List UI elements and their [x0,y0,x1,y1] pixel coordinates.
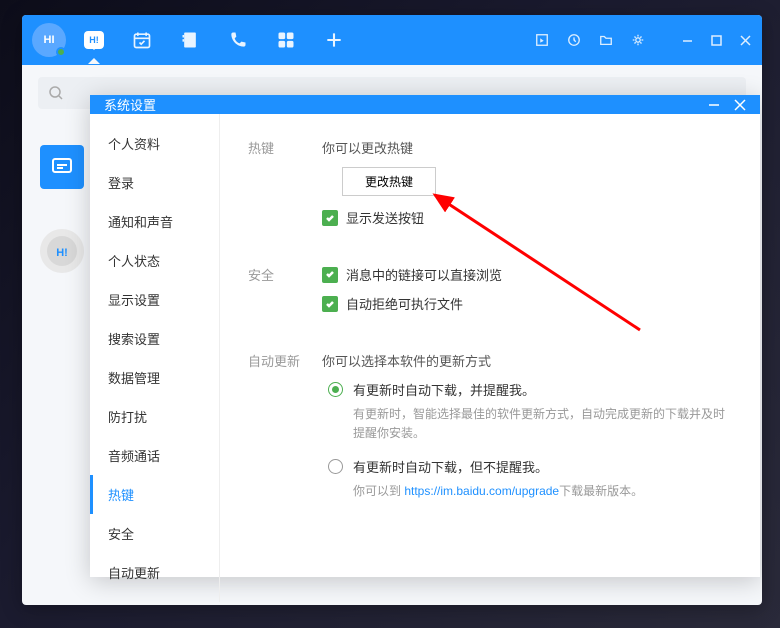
close-icon[interactable] [739,34,752,47]
dialog-close-icon[interactable] [734,99,746,111]
checkbox-show-send[interactable]: 显示发送按钮 [322,208,732,227]
section-hotkey: 热键 你可以更改热键 更改热键 显示发送按钮 [248,138,732,237]
nav-chat-icon[interactable]: H! [84,30,104,50]
sidebar-item-2[interactable]: 通知和声音 [90,202,219,241]
nav-add-icon[interactable] [324,30,344,50]
check-icon [322,210,338,226]
status-online-icon [56,47,66,57]
chat-square-icon [50,155,74,179]
dialog-title: 系统设置 [104,95,156,114]
conversation-item-2[interactable]: H! [40,229,84,273]
check-icon [322,296,338,312]
radio-checked-icon [328,382,343,397]
gear-icon[interactable] [631,33,645,47]
side-avatars: H! [40,145,84,273]
checkbox-label: 消息中的链接可以直接浏览 [346,265,502,284]
sidebar-item-1[interactable]: 登录 [90,163,219,202]
section-label-hotkey: 热键 [248,138,322,237]
change-hotkey-button[interactable]: 更改热键 [342,167,436,196]
contact-avatar-icon: H! [47,236,77,266]
sidebar-item-9[interactable]: 热键 [90,475,219,514]
radio-label: 有更新时自动下载，但不提醒我。 [353,457,548,476]
right-icons [535,33,752,47]
radio-auto-remind[interactable]: 有更新时自动下载，并提醒我。 [322,380,732,399]
sidebar-item-4[interactable]: 显示设置 [90,280,219,319]
section-update: 自动更新 你可以选择本软件的更新方式 有更新时自动下载，并提醒我。 有更新时，智… [248,351,732,516]
nav-calendar-icon[interactable] [132,30,152,50]
svg-text:H!: H! [56,247,68,259]
section-label-update: 自动更新 [248,351,322,516]
checkbox-reject-exe[interactable]: 自动拒绝可执行文件 [322,294,732,313]
window-controls [681,34,752,47]
checkbox-links-browsable[interactable]: 消息中的链接可以直接浏览 [322,265,732,284]
checkbox-label: 自动拒绝可执行文件 [346,294,463,313]
sidebar-item-0[interactable]: 个人资料 [90,124,219,163]
settings-dialog: 系统设置 个人资料登录通知和声音个人状态显示设置搜索设置数据管理防打扰音频通话热… [90,95,760,577]
tool-icon-1[interactable] [535,33,549,47]
radio-label: 有更新时自动下载，并提醒我。 [353,380,535,399]
update-help-text: 你可以选择本软件的更新方式 [322,351,732,370]
maximize-icon[interactable] [710,34,723,47]
check-icon [322,267,338,283]
radio-option1-desc: 有更新时，智能选择最佳的软件更新方式，自动完成更新的下载并及时提醒你安装。 [353,405,732,443]
conversation-item-1[interactable] [40,145,84,189]
avatar-text: HI [44,34,55,46]
section-security: 安全 消息中的链接可以直接浏览 自动拒绝可执行文件 [248,265,732,323]
nav-phone-icon[interactable] [228,30,248,50]
dialog-sidebar: 个人资料登录通知和声音个人状态显示设置搜索设置数据管理防打扰音频通话热键安全自动… [90,114,220,602]
main-window: HI H! [22,15,762,605]
search-icon [48,85,64,101]
dialog-header: 系统设置 [90,95,760,114]
sidebar-item-5[interactable]: 搜索设置 [90,319,219,358]
nav-apps-icon[interactable] [276,30,296,50]
sidebar-item-11[interactable]: 自动更新 [90,553,219,592]
dialog-body: 个人资料登录通知和声音个人状态显示设置搜索设置数据管理防打扰音频通话热键安全自动… [90,114,760,602]
dialog-controls [708,99,746,111]
sidebar-item-6[interactable]: 数据管理 [90,358,219,397]
nav-contacts-icon[interactable] [180,30,200,50]
history-icon[interactable] [567,33,581,47]
title-bar: HI H! [22,15,762,65]
folder-icon[interactable] [599,33,613,47]
section-label-security: 安全 [248,265,322,323]
upgrade-link[interactable]: https://im.baidu.com/upgrade [404,484,559,498]
avatar[interactable]: HI [32,23,66,57]
radio-unchecked-icon [328,459,343,474]
sidebar-item-8[interactable]: 音频通话 [90,436,219,475]
hotkey-help-text: 你可以更改热键 [322,138,732,157]
dialog-content: 热键 你可以更改热键 更改热键 显示发送按钮 安全 [220,114,760,602]
minimize-icon[interactable] [681,34,694,47]
checkbox-label: 显示发送按钮 [346,208,424,227]
sidebar-item-3[interactable]: 个人状态 [90,241,219,280]
dialog-minimize-icon[interactable] [708,99,720,111]
sidebar-item-7[interactable]: 防打扰 [90,397,219,436]
nav-icons: H! [84,30,344,50]
radio-option2-desc: 你可以到 https://im.baidu.com/upgrade下载最新版本。 [353,482,732,501]
sidebar-item-10[interactable]: 安全 [90,514,219,553]
radio-auto-noremind[interactable]: 有更新时自动下载，但不提醒我。 [322,457,732,476]
